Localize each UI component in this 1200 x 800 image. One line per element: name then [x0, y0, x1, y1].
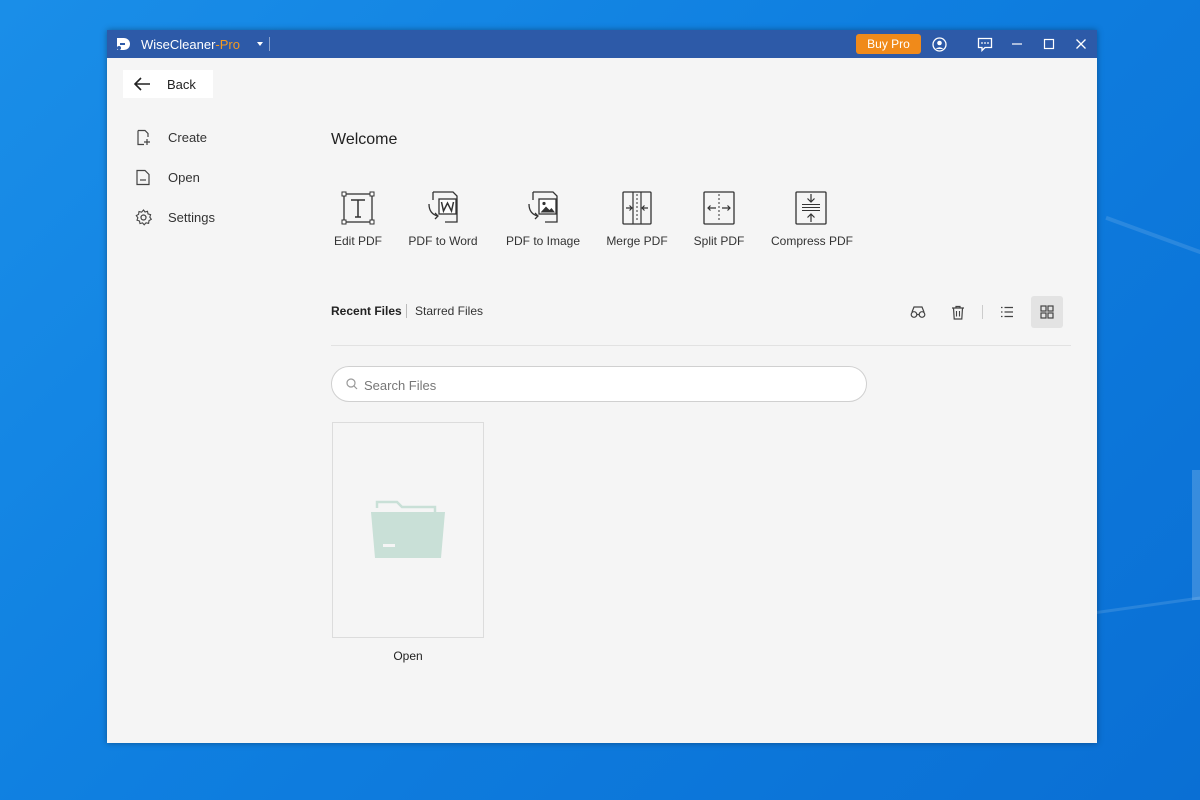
wallpaper-light-beam [1192, 470, 1200, 600]
tab-divider [406, 304, 407, 318]
close-icon[interactable] [1071, 34, 1091, 54]
edit-pdf-button[interactable]: Edit PDF [329, 190, 387, 260]
grid-view-icon [1040, 305, 1054, 319]
app-name-text: WiseCleaner [141, 37, 216, 52]
compress-pdf-button[interactable]: Compress PDF [771, 190, 854, 260]
sidebar-item-open[interactable]: Open [131, 166, 281, 190]
titlebar-divider [269, 37, 270, 51]
buy-pro-button[interactable]: Buy Pro [856, 34, 921, 54]
split-icon [703, 191, 735, 225]
app-edition-text: -Pro [215, 37, 240, 52]
edit-text-icon [341, 191, 375, 225]
create-file-icon [137, 129, 150, 146]
account-icon[interactable] [929, 34, 949, 54]
back-label: Back [167, 77, 196, 92]
merge-icon [622, 191, 652, 225]
title-bar[interactable]: WiseCleaner-Pro Buy Pro [107, 30, 1097, 58]
tab-recent-files[interactable]: Recent Files [331, 304, 402, 318]
compress-icon [795, 191, 827, 225]
delete-button[interactable] [942, 296, 974, 328]
maximize-icon[interactable] [1039, 34, 1059, 54]
glasses-icon [910, 306, 926, 318]
arrow-left-icon [133, 77, 150, 91]
app-window: WiseCleaner-Pro Buy Pro Back Create Open… [107, 30, 1097, 743]
split-pdf-button[interactable]: Split PDF [693, 190, 745, 260]
tool-label: PDF to Word [408, 234, 478, 248]
sidebar-item-settings[interactable]: Settings [131, 206, 281, 230]
clean-history-button[interactable] [902, 296, 934, 328]
open-file-card[interactable] [332, 422, 484, 638]
pdf-to-image-button[interactable]: PDF to Image [503, 190, 583, 260]
tool-label: PDF to Image [505, 234, 581, 248]
app-menu-dropdown-icon[interactable] [257, 42, 263, 46]
pdf-to-word-button[interactable]: PDF to Word [407, 190, 479, 260]
tool-label: Merge PDF [606, 234, 668, 248]
tool-label: Edit PDF [333, 234, 382, 248]
merge-pdf-button[interactable]: Merge PDF [605, 190, 669, 260]
sidebar-item-label: Create [168, 130, 208, 145]
search-icon [346, 378, 358, 390]
tool-label: Split PDF [693, 234, 745, 248]
open-file-icon [136, 169, 150, 186]
action-divider [982, 305, 983, 319]
app-title: WiseCleaner-Pro [141, 37, 240, 52]
wallpaper-light-beam [1105, 215, 1200, 289]
feedback-icon[interactable] [975, 34, 995, 54]
tool-label: Compress PDF [771, 234, 854, 248]
search-box[interactable] [331, 366, 867, 402]
page-title: Welcome [331, 131, 398, 148]
list-view-button[interactable] [991, 296, 1023, 328]
app-logo-icon [117, 38, 130, 50]
folder-icon [371, 500, 445, 558]
back-button[interactable]: Back [123, 70, 213, 98]
sidebar-item-label: Open [168, 170, 200, 185]
grid-view-button[interactable] [1031, 296, 1063, 328]
search-input[interactable] [362, 374, 846, 396]
word-convert-icon [428, 191, 458, 223]
minimize-icon[interactable] [1007, 34, 1027, 54]
list-view-icon [1001, 306, 1013, 318]
trash-icon [952, 305, 964, 320]
gear-icon [135, 209, 152, 226]
sidebar-item-label: Settings [168, 210, 215, 225]
tab-starred-files[interactable]: Starred Files [415, 304, 483, 318]
section-divider [331, 345, 1071, 346]
sidebar-item-create[interactable]: Create [131, 126, 281, 150]
image-convert-icon [528, 191, 558, 223]
file-card-label: Open [393, 649, 423, 663]
